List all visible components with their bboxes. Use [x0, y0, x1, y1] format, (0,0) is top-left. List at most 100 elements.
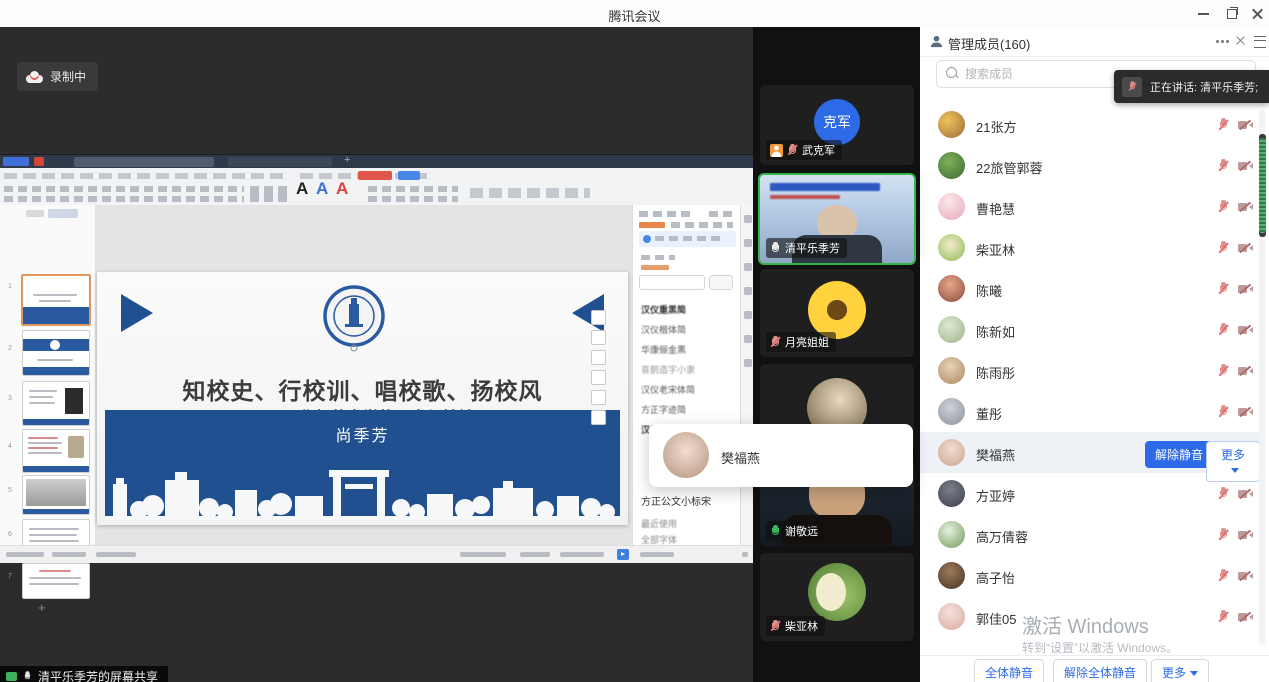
mic-muted-icon[interactable] — [1218, 528, 1229, 541]
status-view-options[interactable] — [460, 552, 506, 557]
font-item[interactable]: 汉仪楷体简 — [641, 323, 735, 336]
video-tile-chaiyalin[interactable]: 柴亚林 — [760, 553, 914, 641]
pane-section-row[interactable] — [641, 255, 675, 260]
camera-off-icon[interactable] — [1238, 529, 1253, 540]
document-tab-active[interactable] — [74, 157, 214, 167]
member-row[interactable]: 高万倩蓉 — [920, 514, 1260, 555]
font-item[interactable]: 汉仪重黑简 — [641, 303, 735, 316]
status-collapse[interactable] — [742, 552, 748, 557]
strip-icon[interactable] — [744, 335, 752, 343]
tool-button[interactable] — [591, 390, 606, 405]
unmute-all-button[interactable]: 解除全体静音 — [1053, 659, 1147, 682]
unmute-button[interactable]: 解除静音 — [1145, 441, 1213, 468]
slide-thumb-1-selected[interactable] — [21, 274, 91, 326]
member-row[interactable]: 高子怡 — [920, 555, 1260, 596]
status-controls[interactable] — [520, 552, 550, 557]
member-row[interactable]: 陈新如 — [920, 309, 1260, 350]
minimize-button[interactable] — [1196, 6, 1212, 20]
ribbon-controls[interactable] — [368, 186, 458, 192]
strip-icon[interactable] — [744, 215, 752, 223]
pane-info-banner[interactable] — [639, 231, 736, 247]
font-color-a-blue[interactable]: A — [316, 179, 328, 199]
ribbon-menu-row[interactable] — [4, 173, 284, 179]
camera-off-icon[interactable] — [1238, 283, 1253, 294]
new-tab-button[interactable]: + — [344, 154, 350, 166]
add-slide-button[interactable]: + — [38, 600, 46, 615]
member-row[interactable]: 董彤 — [920, 391, 1260, 432]
pane-search-button[interactable] — [709, 275, 733, 290]
slide-thumb-2[interactable] — [22, 330, 90, 376]
slide-thumb-7[interactable] — [22, 563, 90, 599]
camera-off-icon[interactable] — [1238, 119, 1253, 130]
strip-icon[interactable] — [744, 263, 752, 271]
tool-button[interactable] — [591, 310, 606, 325]
mic-muted-icon[interactable] — [1218, 241, 1229, 254]
camera-off-icon[interactable] — [1238, 488, 1253, 499]
mic-muted-icon[interactable] — [1218, 405, 1229, 418]
pane-section-row-active[interactable] — [641, 265, 669, 270]
pane-section[interactable]: 最近使用 — [641, 517, 735, 530]
pane-tabs[interactable] — [671, 222, 733, 228]
camera-off-icon[interactable] — [1238, 365, 1253, 376]
mute-all-button[interactable]: 全体静音 — [974, 659, 1044, 682]
video-tile-yueliangjiejie[interactable]: 月亮姐姐 — [760, 269, 914, 357]
camera-off-icon[interactable] — [1238, 570, 1253, 581]
mic-muted-icon[interactable] — [1218, 118, 1229, 131]
ribbon-controls[interactable] — [4, 186, 244, 192]
member-row[interactable]: 22旅管郭蓉 — [920, 145, 1260, 186]
slide-thumb-5[interactable] — [22, 475, 90, 515]
mic-muted-icon[interactable] — [1218, 159, 1229, 172]
more-options-icon[interactable] — [1216, 40, 1219, 43]
mic-muted-icon[interactable] — [1218, 364, 1229, 377]
current-slide[interactable]: 知校史、行校训、唱校歌、扬校风 ——西北师范大学的历史与精神 尚季芳 — [97, 272, 628, 525]
recording-badge[interactable]: 录制中 — [17, 62, 98, 91]
video-tile-wukejun[interactable]: 克军 武克军 — [760, 85, 914, 165]
footer-more-button[interactable]: 更多 — [1151, 659, 1209, 682]
camera-off-icon[interactable] — [1238, 324, 1253, 335]
video-tile-qingpingle-active-speaker[interactable]: 清平乐季芳 — [758, 173, 916, 265]
strip-icon[interactable] — [744, 311, 752, 319]
member-row[interactable]: 方亚婷 — [920, 473, 1260, 514]
mic-muted-icon[interactable] — [1218, 282, 1229, 295]
font-color-a-black[interactable]: A — [296, 179, 308, 199]
slideshow-play-button[interactable] — [617, 549, 629, 560]
slide-thumb-4[interactable] — [22, 429, 90, 473]
close-panel-icon[interactable] — [1235, 35, 1247, 47]
scrollbar-thumb[interactable] — [1259, 138, 1266, 233]
restore-button[interactable] — [1224, 6, 1240, 20]
slides-tab[interactable] — [48, 209, 78, 218]
camera-off-icon[interactable] — [1238, 406, 1253, 417]
member-row[interactable]: 柴亚林 — [920, 227, 1260, 268]
ribbon-controls[interactable] — [368, 196, 458, 202]
strip-icon[interactable] — [744, 359, 752, 367]
status-view-icons[interactable] — [560, 552, 604, 557]
document-tab[interactable] — [228, 157, 332, 167]
font-item-highlight[interactable]: 方正公文小标宋 — [641, 493, 735, 508]
pane-search-input[interactable] — [639, 275, 705, 290]
font-item[interactable]: 喜鹊造字小隶 — [641, 363, 735, 376]
camera-off-icon[interactable] — [1238, 201, 1253, 212]
slide-thumb-3[interactable] — [22, 381, 90, 426]
font-item[interactable]: 方正字迹简 — [641, 403, 735, 416]
mic-muted-icon[interactable] — [1218, 487, 1229, 500]
close-button[interactable] — [1250, 6, 1266, 20]
status-zoom[interactable] — [640, 552, 674, 557]
mic-muted-icon[interactable] — [1218, 569, 1229, 582]
tool-button[interactable] — [591, 370, 606, 385]
ribbon-blue-chip[interactable] — [398, 171, 420, 180]
tool-button[interactable] — [591, 330, 606, 345]
ribbon-controls[interactable] — [250, 186, 290, 202]
camera-off-icon[interactable] — [1238, 611, 1253, 622]
pane-tab-active[interactable] — [639, 222, 665, 228]
member-row[interactable]: 21张方 — [920, 104, 1260, 145]
tool-button[interactable] — [591, 350, 606, 365]
wps-app-icon[interactable] — [34, 157, 44, 166]
strip-icon[interactable] — [744, 287, 752, 295]
ribbon-red-chip[interactable] — [358, 171, 392, 180]
camera-off-icon[interactable] — [1238, 160, 1253, 171]
mic-muted-icon[interactable] — [1218, 200, 1229, 213]
member-row[interactable]: 陈雨彤 — [920, 350, 1260, 391]
font-color-a-red[interactable]: A — [336, 179, 348, 199]
strip-icon[interactable] — [744, 239, 752, 247]
font-item[interactable]: 汉仪老宋体简 — [641, 383, 735, 396]
